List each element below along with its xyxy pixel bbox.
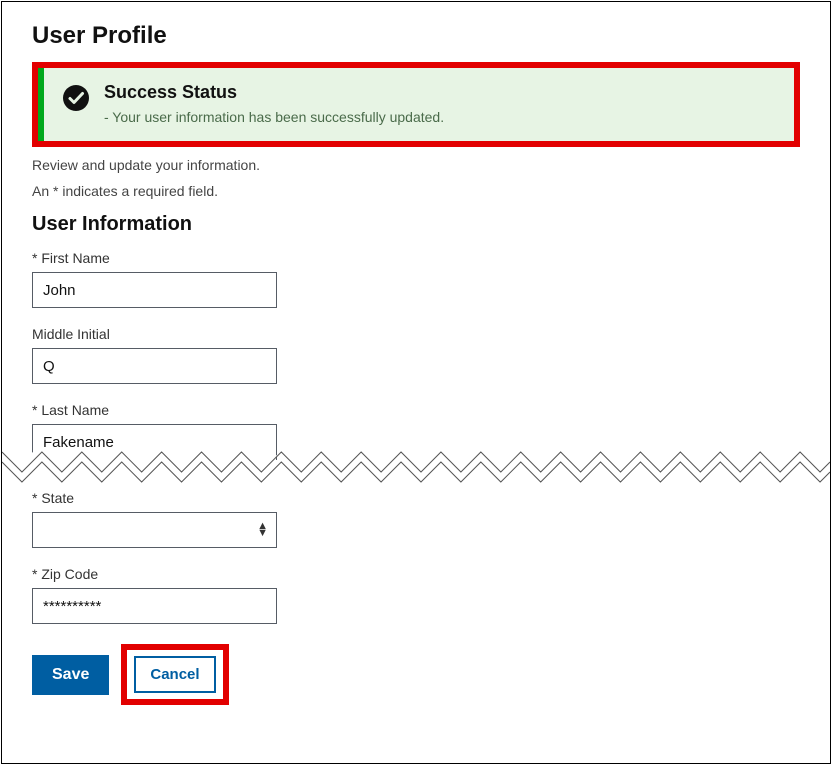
field-middle-initial: Middle Initial [32, 326, 800, 384]
save-button[interactable]: Save [32, 655, 109, 695]
section-title-user-info: User Information [32, 213, 800, 236]
middle-initial-label: Middle Initial [32, 326, 800, 342]
cancel-button[interactable]: Cancel [134, 656, 215, 693]
middle-initial-input[interactable] [32, 348, 277, 384]
tear-divider [2, 442, 830, 488]
state-select[interactable] [32, 512, 277, 548]
zigzag-icon [2, 442, 830, 488]
success-alert: Success Status - Your user information h… [38, 68, 794, 141]
success-title: Success Status [104, 82, 776, 103]
page-title: User Profile [32, 22, 800, 50]
page-frame: User Profile Success Status - Your user … [1, 1, 831, 764]
last-name-label: * Last Name [32, 402, 800, 418]
check-circle-icon [62, 84, 90, 112]
first-name-input[interactable] [32, 272, 277, 308]
zip-input[interactable] [32, 588, 277, 624]
field-zip-code: * Zip Code [32, 566, 800, 624]
review-instruction: Review and update your information. [32, 157, 800, 173]
success-highlight-box: Success Status - Your user information h… [32, 62, 800, 147]
required-note: An * indicates a required field. [32, 183, 800, 199]
zip-label: * Zip Code [32, 566, 800, 582]
success-message: - Your user information has been success… [104, 109, 776, 125]
field-state: * State ▲▼ [32, 490, 800, 548]
first-name-label: * First Name [32, 250, 800, 266]
button-row: Save Cancel [32, 644, 800, 705]
field-first-name: * First Name [32, 250, 800, 308]
cancel-highlight-box: Cancel [121, 644, 228, 705]
state-label: * State [32, 490, 800, 506]
success-text: Success Status - Your user information h… [104, 82, 776, 125]
